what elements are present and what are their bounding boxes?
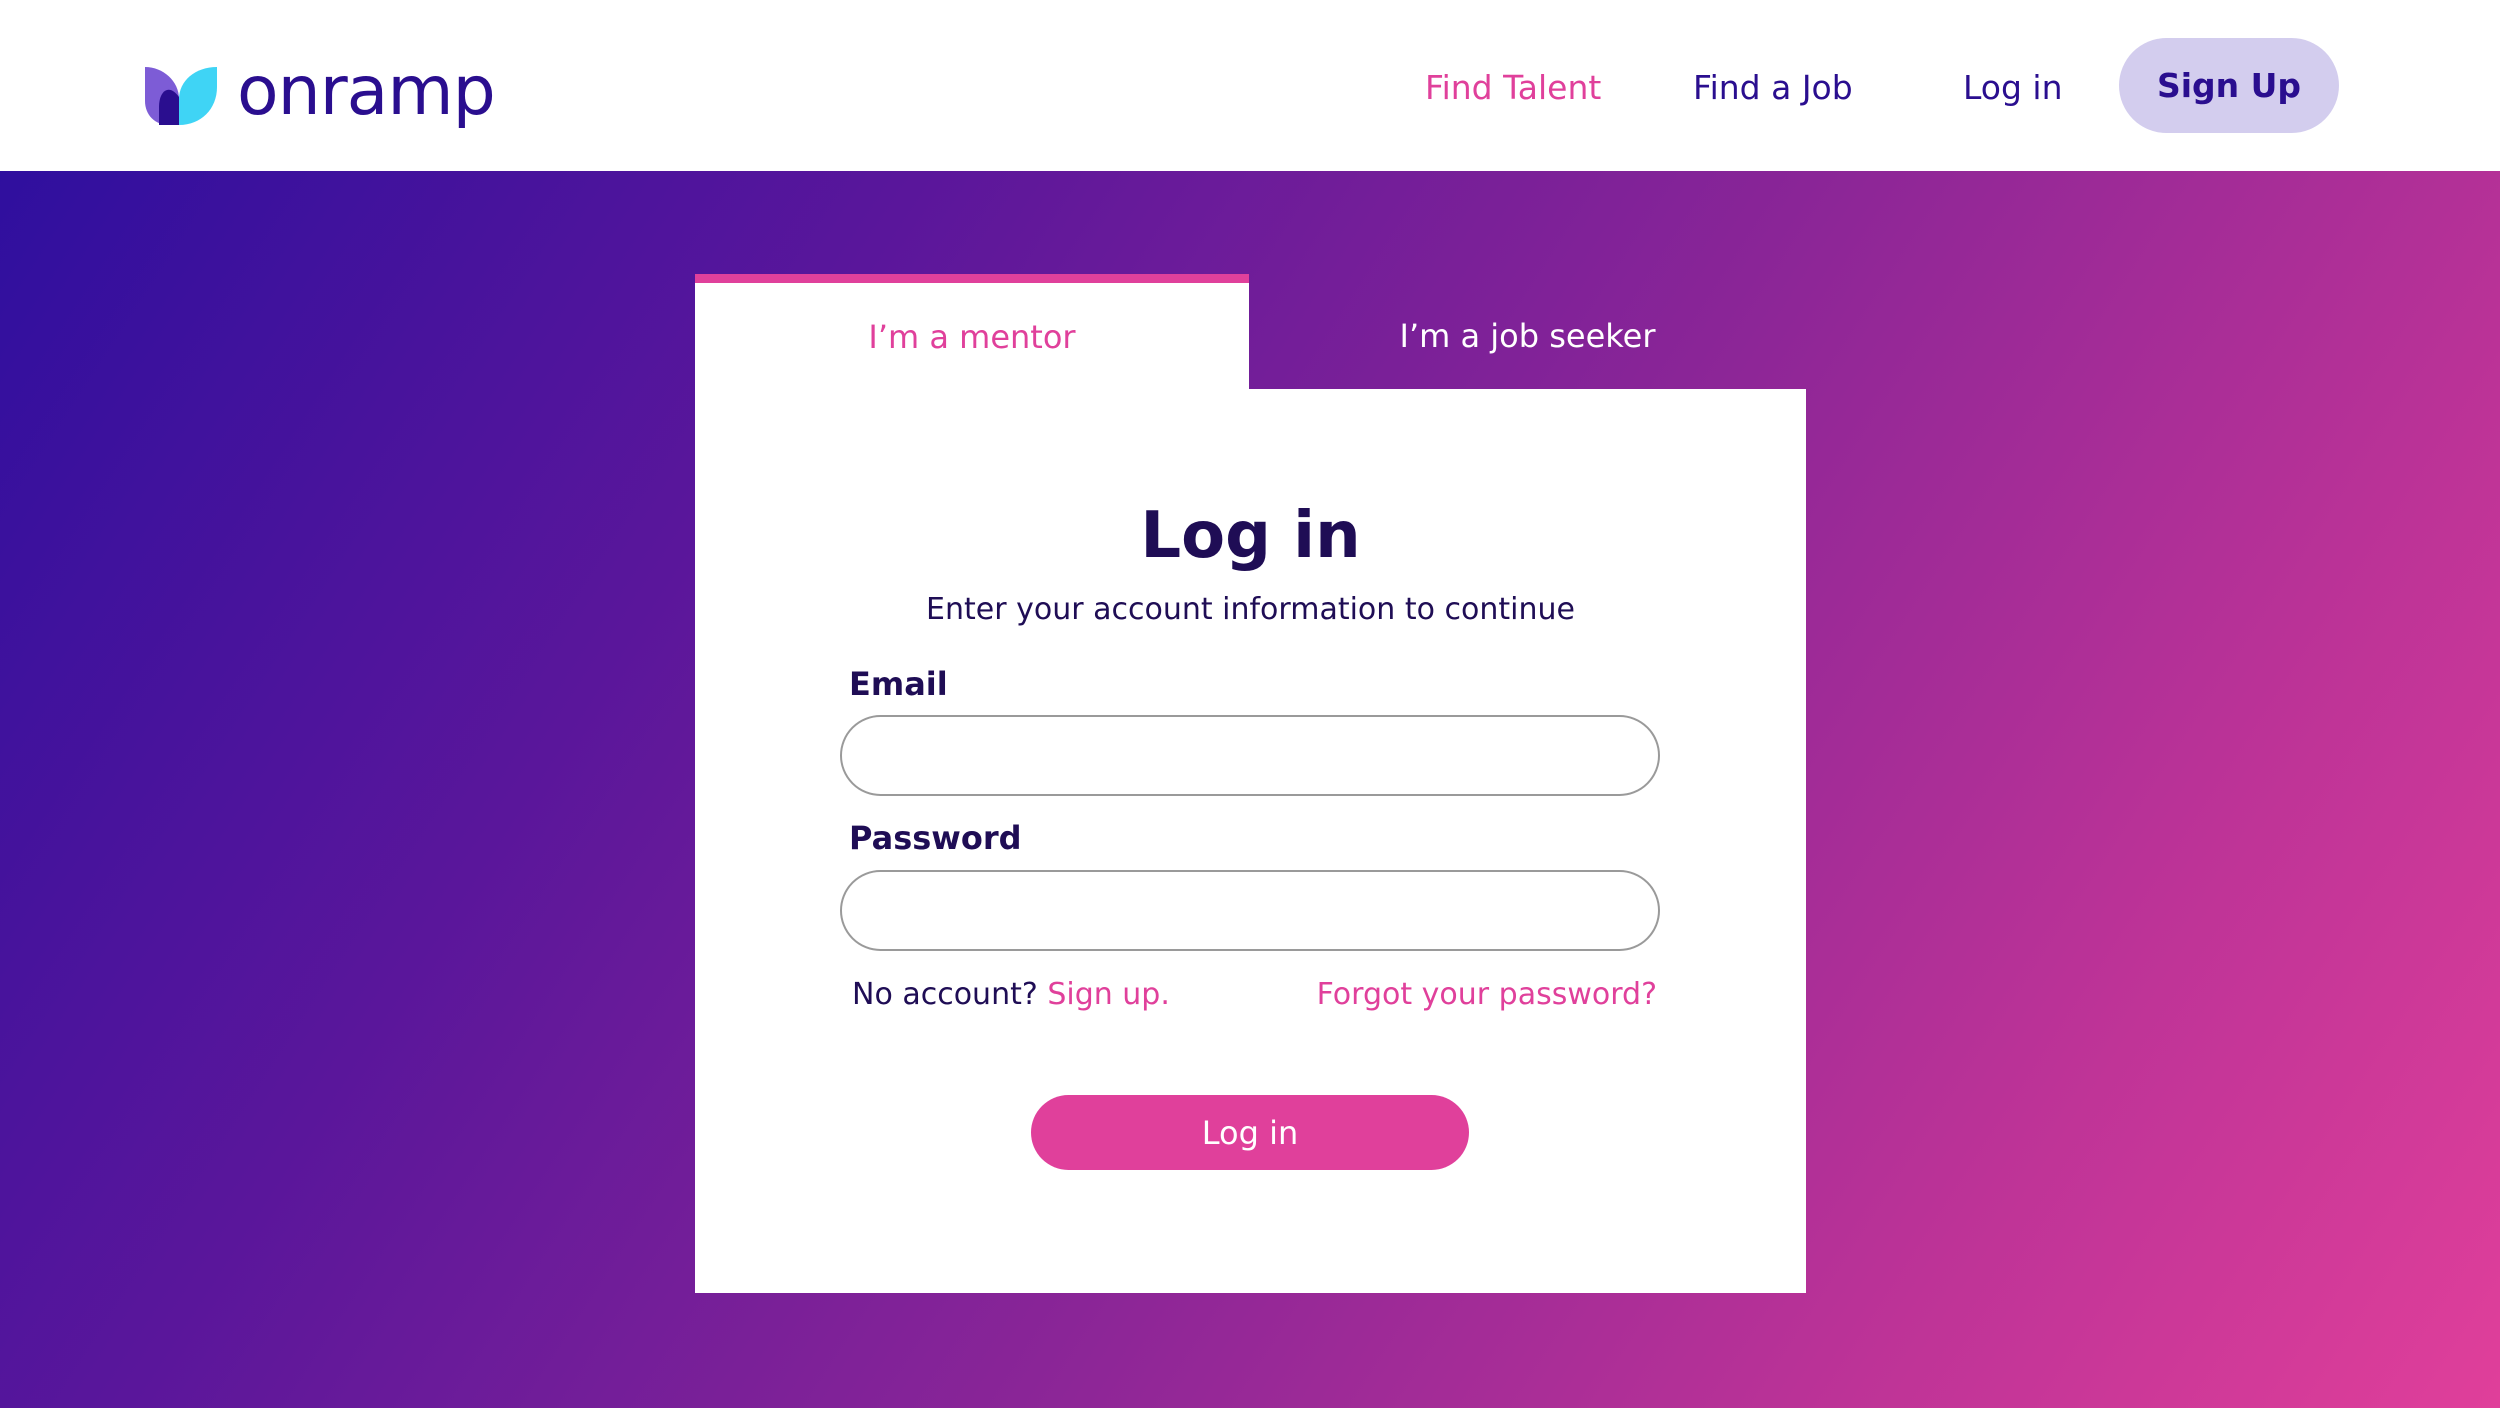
site-header: onramp Find Talent Find a Job Log in Sig… [0, 0, 2500, 171]
nav-find-job[interactable]: Find a Job [1693, 64, 1853, 112]
login-button[interactable]: Log in [1031, 1095, 1469, 1170]
password-label: Password [849, 819, 1022, 857]
page-subtitle: Enter your account information to contin… [926, 592, 1575, 627]
no-account-text: No account? [852, 977, 1048, 1012]
logo[interactable]: onramp [145, 52, 496, 136]
password-field[interactable] [840, 870, 1660, 951]
nav-find-talent[interactable]: Find Talent [1425, 64, 1601, 112]
tab-job-seeker[interactable]: I’m a job seeker [1249, 274, 1806, 389]
logo-text: onramp [237, 52, 496, 131]
forgot-password-link[interactable]: Forgot your password? [1317, 977, 1657, 1012]
role-tabs: I’m a mentor I’m a job seeker [695, 274, 1806, 391]
no-account-prompt: No account? Sign up. [852, 977, 1170, 1012]
onramp-logo-icon [145, 67, 217, 125]
email-label: Email [849, 665, 948, 703]
nav-login[interactable]: Log in [1963, 64, 2063, 112]
email-field[interactable] [840, 715, 1660, 796]
tab-mentor[interactable]: I’m a mentor [695, 274, 1249, 391]
signup-button[interactable]: Sign Up [2119, 38, 2339, 133]
page-title: Log in [1140, 499, 1361, 573]
signup-link[interactable]: Sign up. [1047, 977, 1170, 1012]
login-card: Log in Enter your account information to… [695, 389, 1806, 1293]
